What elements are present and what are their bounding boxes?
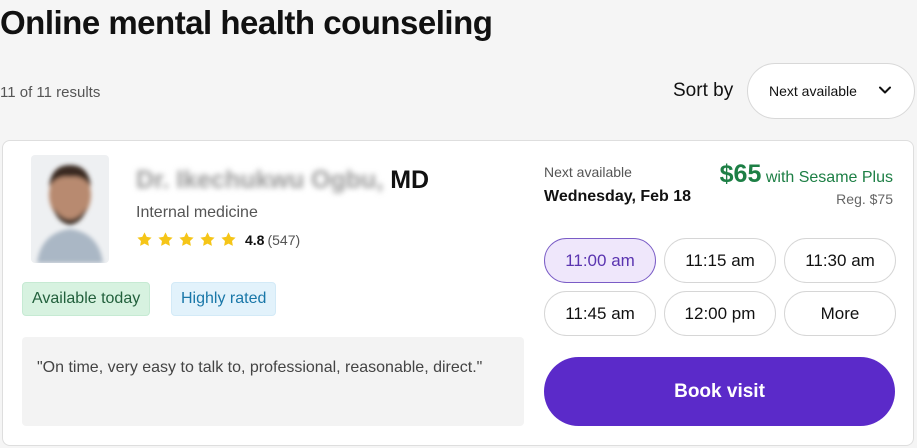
time-slot-button[interactable]: 12:00 pm bbox=[664, 291, 776, 336]
page: Online mental health counseling 11 of 11… bbox=[0, 0, 917, 448]
star-icon bbox=[200, 232, 215, 246]
star-icon bbox=[137, 232, 152, 246]
page-title: Online mental health counseling bbox=[0, 4, 493, 41]
sort-selected-value: Next available bbox=[769, 83, 857, 99]
time-slot-button[interactable]: 11:15 am bbox=[664, 238, 776, 283]
provider-card[interactable]: Dr. Ikechukwu Ogbu, MD Internal medicine… bbox=[2, 140, 914, 446]
chevron-down-icon bbox=[879, 86, 891, 94]
time-slot-grid: 11:00 am 11:15 am 11:30 am 11:45 am 12:0… bbox=[544, 238, 896, 336]
provider-rating: 4.8 (547) bbox=[136, 231, 300, 248]
star-icon bbox=[158, 232, 173, 246]
rating-count: (547) bbox=[267, 231, 301, 248]
rating-stars bbox=[136, 231, 237, 248]
provider-name-blurred: Dr. Ikechukwu Ogbu, bbox=[136, 166, 384, 194]
provider-specialty: Internal medicine bbox=[136, 204, 258, 221]
more-slots-button[interactable]: More bbox=[784, 291, 896, 336]
star-icon bbox=[179, 232, 194, 246]
next-available-label: Next available bbox=[544, 164, 632, 180]
highly-rated-badge: Highly rated bbox=[171, 282, 277, 316]
review-quote: "On time, very easy to talk to, professi… bbox=[22, 337, 524, 426]
provider-avatar[interactable] bbox=[31, 155, 109, 263]
sort-label: Sort by bbox=[673, 80, 734, 101]
price-amount: $65 bbox=[719, 160, 762, 188]
time-slot-button[interactable]: 11:30 am bbox=[784, 238, 896, 283]
sort-dropdown[interactable]: Next available bbox=[747, 63, 915, 119]
provider-credential: MD bbox=[390, 166, 430, 194]
price-suffix: with Sesame Plus bbox=[765, 169, 893, 186]
star-icon bbox=[221, 232, 236, 246]
price: $65 with Sesame Plus bbox=[720, 160, 893, 189]
available-today-badge: Available today bbox=[22, 282, 151, 316]
time-slot-button[interactable]: 11:00 am bbox=[544, 238, 656, 283]
results-count: 11 of 11 results bbox=[0, 84, 101, 101]
regular-price: Reg. $75 bbox=[836, 191, 893, 207]
next-available-date: Wednesday, Feb 18 bbox=[544, 188, 692, 205]
book-visit-button[interactable]: Book visit bbox=[544, 357, 895, 426]
time-slot-button[interactable]: 11:45 am bbox=[544, 291, 656, 336]
rating-value: 4.8 bbox=[245, 231, 265, 248]
provider-name[interactable]: Dr. Ikechukwu Ogbu, MD bbox=[136, 166, 429, 195]
